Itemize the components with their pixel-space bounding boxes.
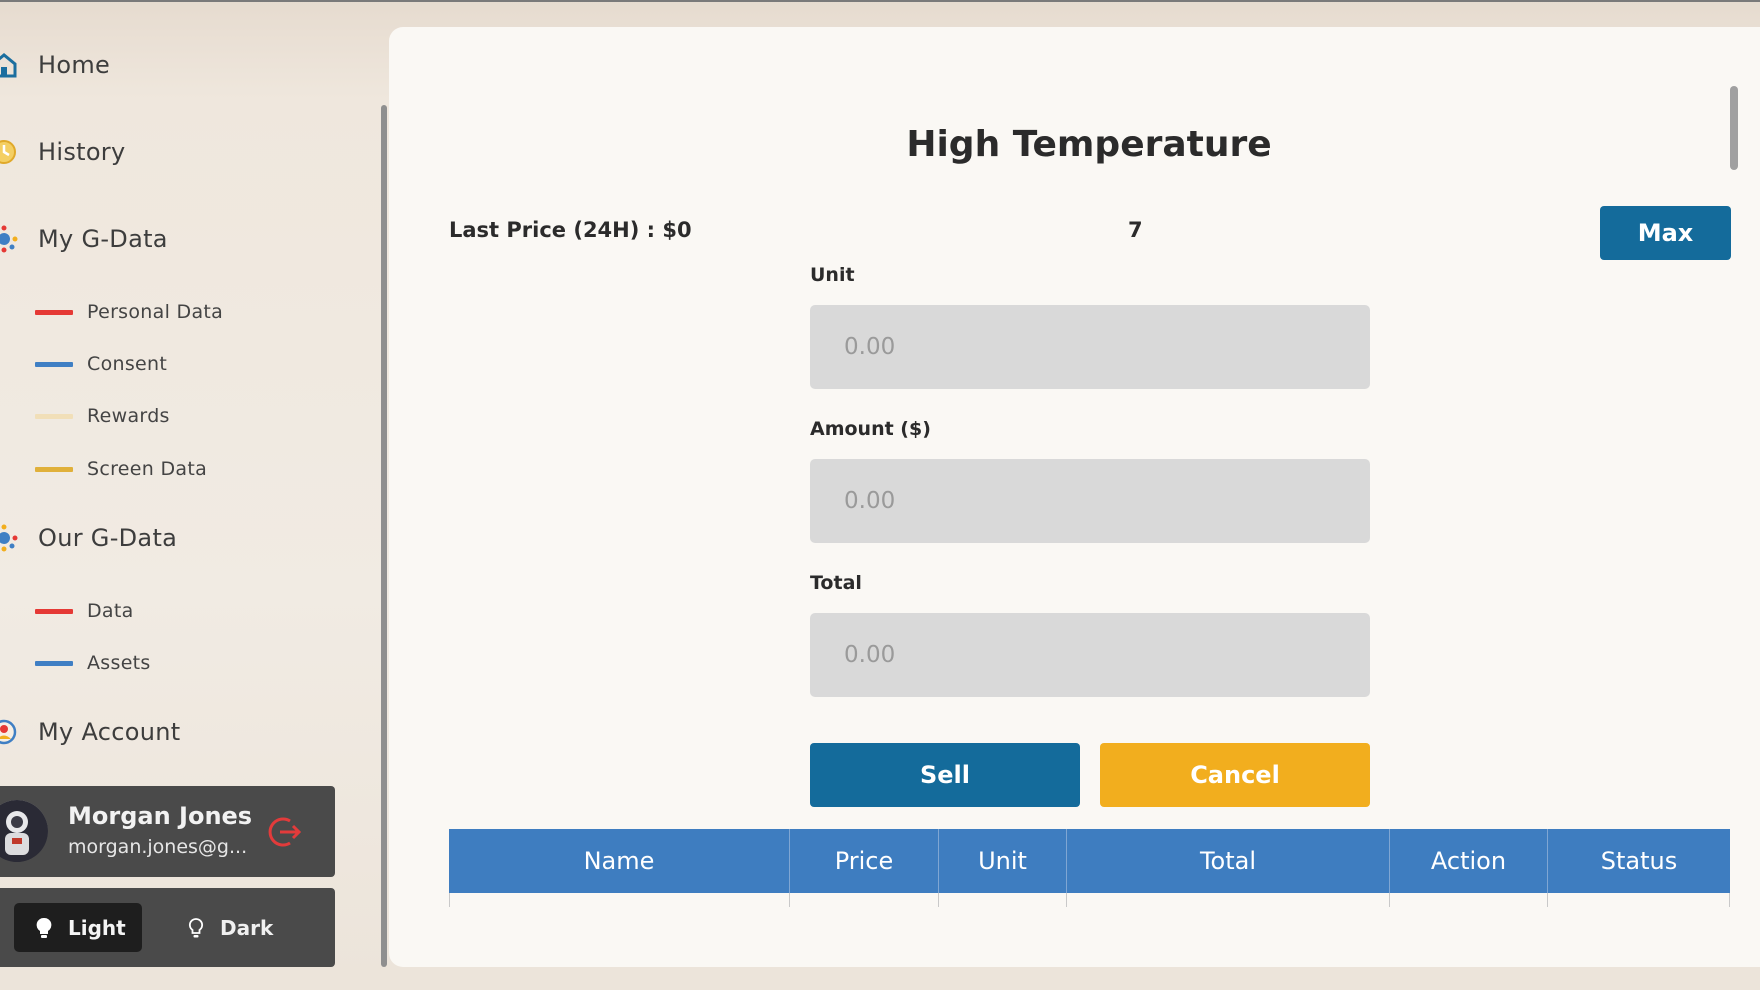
sidebar-item-data[interactable]: Data xyxy=(35,596,134,626)
max-button[interactable]: Max xyxy=(1600,206,1731,260)
sidebar-scrollbar[interactable] xyxy=(381,105,387,967)
history-icon xyxy=(0,140,16,164)
theme-toggle: Light Dark xyxy=(0,888,335,967)
column-header-action[interactable]: Action xyxy=(1390,829,1548,893)
sidebar-item-personal-data[interactable]: Personal Data xyxy=(35,297,223,327)
color-bar xyxy=(35,309,73,315)
our-g-data-icon xyxy=(0,524,18,552)
color-bar xyxy=(35,608,73,614)
last-price: Last Price (24H) : $0 xyxy=(449,218,692,242)
amount-input[interactable] xyxy=(810,459,1370,543)
sidebar-item-label: Data xyxy=(87,600,134,622)
table-divider xyxy=(1066,893,1067,907)
color-bar xyxy=(35,361,73,367)
table-divider xyxy=(1389,893,1390,907)
table-divider xyxy=(1729,893,1730,907)
column-header-total[interactable]: Total xyxy=(1067,829,1390,893)
account-icon xyxy=(0,719,17,745)
sidebar-item-screen-data[interactable]: Screen Data xyxy=(35,454,207,484)
column-header-price[interactable]: Price xyxy=(790,829,939,893)
total-input[interactable] xyxy=(810,613,1370,697)
nav-label: Our G-Data xyxy=(38,524,178,552)
orders-table-header: Name Price Unit Total Action Status xyxy=(449,829,1730,893)
user-name: Morgan Jones xyxy=(68,802,253,830)
column-header-unit[interactable]: Unit xyxy=(939,829,1067,893)
sidebar-item-label: Personal Data xyxy=(87,301,224,323)
avatar[interactable] xyxy=(0,800,48,862)
g-data-icon xyxy=(0,225,18,253)
light-theme-button[interactable]: Light xyxy=(14,903,142,952)
sell-button[interactable]: Sell xyxy=(810,743,1080,807)
table-divider xyxy=(1547,893,1548,907)
sidebar-item-assets[interactable]: Assets xyxy=(35,648,151,678)
sidebar-item-rewards[interactable]: Rewards xyxy=(35,401,170,431)
nav-label: My Account xyxy=(38,718,181,746)
sidebar-item-label: Rewards xyxy=(87,405,170,427)
total-label: Total xyxy=(810,572,862,594)
lightbulb-filled-icon xyxy=(36,917,52,938)
logout-icon[interactable] xyxy=(266,813,304,851)
dark-theme-button[interactable]: Dark xyxy=(166,903,286,952)
sidebar-item-consent[interactable]: Consent xyxy=(35,349,167,379)
sidebar-item-label: Consent xyxy=(87,353,168,375)
cancel-button[interactable]: Cancel xyxy=(1100,743,1370,807)
dark-label: Dark xyxy=(220,915,274,940)
lightbulb-outline-icon xyxy=(188,917,204,937)
color-bar xyxy=(35,413,73,419)
nav-label: History xyxy=(38,138,126,166)
color-bar xyxy=(35,466,73,472)
page-title: High Temperature xyxy=(906,124,1272,165)
app-window: Home History My G-Data Personal Data Con… xyxy=(0,0,1760,990)
table-divider xyxy=(938,893,939,907)
color-bar xyxy=(35,660,73,666)
column-header-status[interactable]: Status xyxy=(1548,829,1730,893)
sidebar-item-label: Screen Data xyxy=(87,458,208,480)
astronaut-icon xyxy=(0,800,48,862)
amount-label: Amount ($) xyxy=(810,418,931,440)
light-label: Light xyxy=(68,915,126,940)
table-divider xyxy=(449,893,450,907)
nav-label: My G-Data xyxy=(38,225,168,253)
home-icon xyxy=(0,53,17,78)
table-divider xyxy=(789,893,790,907)
sidebar: Home History My G-Data Personal Data Con… xyxy=(0,0,385,990)
unit-label: Unit xyxy=(810,264,855,286)
user-card: Morgan Jones morgan.jones@g... xyxy=(0,786,335,877)
column-header-name[interactable]: Name xyxy=(449,829,790,893)
user-email: morgan.jones@g... xyxy=(68,836,248,858)
nav-label: Home xyxy=(38,51,111,79)
available-units: 7 xyxy=(1128,218,1143,242)
sidebar-item-label: Assets xyxy=(87,652,151,674)
unit-input[interactable] xyxy=(810,305,1370,389)
